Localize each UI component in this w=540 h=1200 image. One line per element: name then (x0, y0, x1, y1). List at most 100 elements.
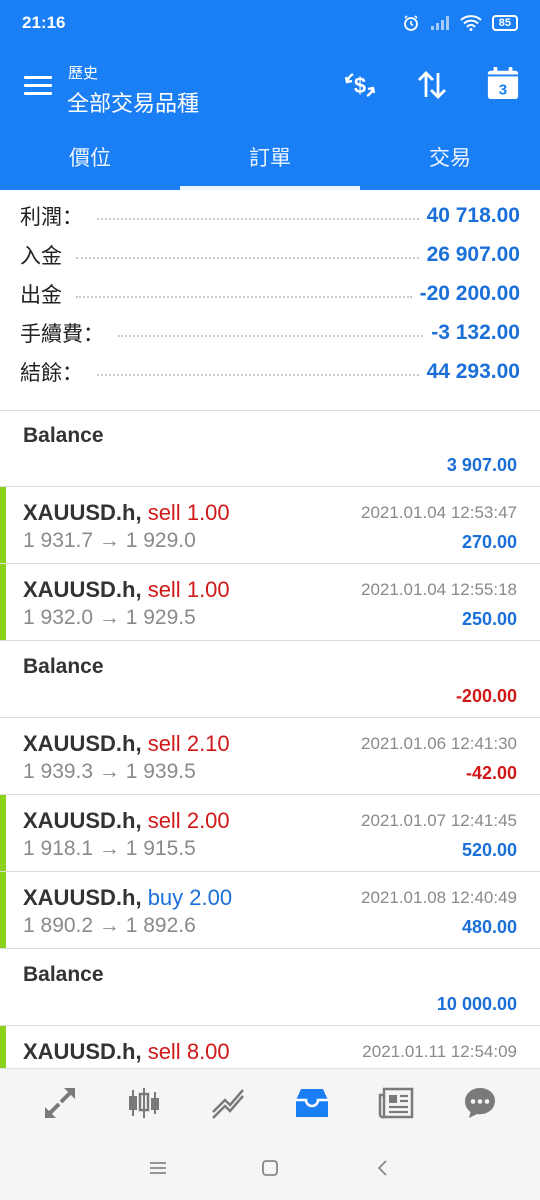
balance-amount: 3 907.00 (446, 455, 517, 475)
summary-balance: 結餘： 44 293.00 (0, 352, 540, 391)
balance-entry[interactable]: Balance 10 000.00 (0, 949, 540, 1026)
history-list[interactable]: Balance 3 907.00 XAUUSD.h, sell 1.00 1 931.… (0, 410, 540, 1103)
trade-date: 2021.01.08 12:40:49 (361, 888, 517, 907)
calendar-icon[interactable]: 3 (486, 66, 520, 100)
trade-date: 2021.01.11 12:54:09 (362, 1042, 517, 1061)
trade-side: sell (147, 577, 181, 602)
trade-volume: 1.00 (186, 577, 230, 602)
trade-symbol: XAUUSD.h, (23, 1039, 142, 1064)
battery-indicator: 85 (491, 15, 518, 31)
summary-label: 出金 (20, 283, 62, 307)
trade-prices: 1 890.2 → 1 892.6 (23, 914, 196, 937)
balance-entry[interactable]: Balance -200.00 (0, 641, 540, 718)
balance-title: Balance (23, 424, 104, 447)
trade-symbol-line: XAUUSD.h, buy 2.00 (23, 885, 232, 911)
summary-label: 結餘： (20, 361, 83, 385)
trade-profit: 520.00 (461, 840, 517, 860)
trade-entry[interactable]: XAUUSD.h, sell 1.00 1 931.7 → 1 929.0 2021… (0, 487, 540, 564)
trade-symbol: XAUUSD.h, (23, 500, 142, 525)
balance-title: Balance (23, 655, 104, 678)
tab-orders[interactable]: 訂單 (180, 124, 360, 190)
summary-value: 26 907.00 (426, 242, 520, 266)
balance-title: Balance (23, 963, 104, 986)
history-inbox-icon[interactable] (292, 1083, 332, 1123)
tab-positions[interactable]: 價位 (0, 124, 180, 190)
summary-value: -20 200.00 (419, 281, 520, 305)
trade-symbol: XAUUSD.h, (23, 808, 142, 833)
trade-prices: 1 932.0 → 1 929.5 (23, 606, 196, 629)
summary-profit: 利潤： 40 718.00 (0, 196, 540, 235)
svg-text:$: $ (354, 73, 366, 98)
trade-profit: 250.00 (461, 609, 517, 629)
trade-prices: 1 918.1 → 1 915.5 (23, 837, 196, 860)
summary-value: 44 293.00 (426, 359, 520, 383)
trade-volume: 1.00 (186, 500, 230, 525)
chat-bubble-icon[interactable] (460, 1083, 500, 1123)
trade-volume: 8.00 (186, 1039, 230, 1064)
page-subtitle: 歷史 (68, 65, 99, 82)
trade-symbol-line: XAUUSD.h, sell 1.00 (23, 577, 230, 603)
summary-value: -3 132.00 (431, 320, 520, 344)
dollar-exchange-icon[interactable]: $ (343, 68, 377, 102)
tab-bar: 價位 訂單 交易 (0, 124, 540, 190)
trade-date: 2021.01.07 12:41:45 (361, 811, 517, 830)
trade-side: buy (147, 885, 184, 910)
signal-icon (430, 16, 449, 30)
home-icon[interactable] (259, 1157, 281, 1179)
trade-date: 2021.01.04 12:53:47 (361, 503, 517, 522)
balance-amount: 10 000.00 (436, 994, 517, 1014)
trade-symbol-line: XAUUSD.h, sell 2.00 (23, 808, 230, 834)
trade-symbol-line: XAUUSD.h, sell 1.00 (23, 500, 230, 526)
status-time: 21:16 (22, 13, 66, 32)
trade-entry[interactable]: XAUUSD.h, buy 2.00 1 890.2 → 1 892.6 2021.… (0, 872, 540, 949)
summary-withdrawal: 出金 -20 200.00 (0, 274, 540, 313)
summary-label: 手續費： (20, 322, 104, 346)
tab-deals[interactable]: 交易 (360, 124, 540, 190)
trade-profit: -42.00 (465, 763, 517, 783)
bottom-navigation (0, 1068, 540, 1136)
trade-profit: 270.00 (461, 532, 517, 552)
trade-entry[interactable]: XAUUSD.h, sell 2.00 1 918.1 → 1 915.5 2021… (0, 795, 540, 872)
status-bar: 21:16 85 (0, 0, 540, 46)
trade-symbol: XAUUSD.h, (23, 577, 142, 602)
trade-date: 2021.01.04 12:55:18 (361, 580, 517, 599)
summary-label: 入金 (20, 244, 62, 268)
wifi-icon (460, 15, 482, 31)
trade-side: sell (147, 500, 181, 525)
trade-side: sell (147, 808, 181, 833)
trade-date: 2021.01.06 12:41:30 (361, 734, 517, 753)
trade-volume: 2.10 (186, 731, 230, 756)
trade-volume: 2.00 (189, 885, 233, 910)
recents-icon[interactable] (147, 1157, 169, 1179)
trade-profit: 480.00 (461, 917, 517, 937)
candlestick-chart-icon[interactable] (124, 1083, 164, 1123)
trade-entry[interactable]: XAUUSD.h, sell 2.10 1 939.3 → 1 939.5 2021… (0, 718, 540, 795)
trade-symbol: XAUUSD.h, (23, 731, 142, 756)
summary-value: 40 718.00 (426, 203, 520, 227)
status-icons: 85 (402, 14, 518, 32)
trade-side: sell (147, 731, 181, 756)
trade-symbol: XAUUSD.h, (23, 885, 142, 910)
app-bar: 歷史 全部交易品種 $ 3 (0, 46, 540, 124)
summary-label: 利潤： (20, 205, 83, 229)
sort-icon[interactable] (415, 68, 449, 102)
trade-line-icon[interactable] (208, 1083, 248, 1123)
quotes-arrows-icon[interactable] (40, 1083, 80, 1123)
balance-amount: -200.00 (455, 686, 517, 706)
back-icon[interactable] (371, 1157, 393, 1179)
system-navigation (0, 1136, 540, 1200)
trade-entry[interactable]: XAUUSD.h, sell 1.00 1 932.0 → 1 929.5 2021… (0, 564, 540, 641)
balance-entry[interactable]: Balance 3 907.00 (0, 410, 540, 487)
alarm-icon (403, 15, 418, 31)
trade-volume: 2.00 (186, 808, 230, 833)
calendar-day: 3 (499, 81, 507, 98)
summary-panel: 利潤： 40 718.00 入金 26 907.00 出金 -20 200.00… (0, 196, 540, 391)
trade-side: sell (147, 1039, 181, 1064)
summary-deposit: 入金 26 907.00 (0, 235, 540, 274)
menu-icon[interactable] (24, 76, 52, 96)
trade-symbol-line: XAUUSD.h, sell 2.10 (23, 731, 230, 757)
trade-symbol-line: XAUUSD.h, sell 8.00 (23, 1039, 230, 1065)
symbol-filter-title[interactable]: 全部交易品種 (67, 86, 199, 118)
summary-commission: 手續費： -3 132.00 (0, 313, 540, 352)
news-icon[interactable] (376, 1083, 416, 1123)
